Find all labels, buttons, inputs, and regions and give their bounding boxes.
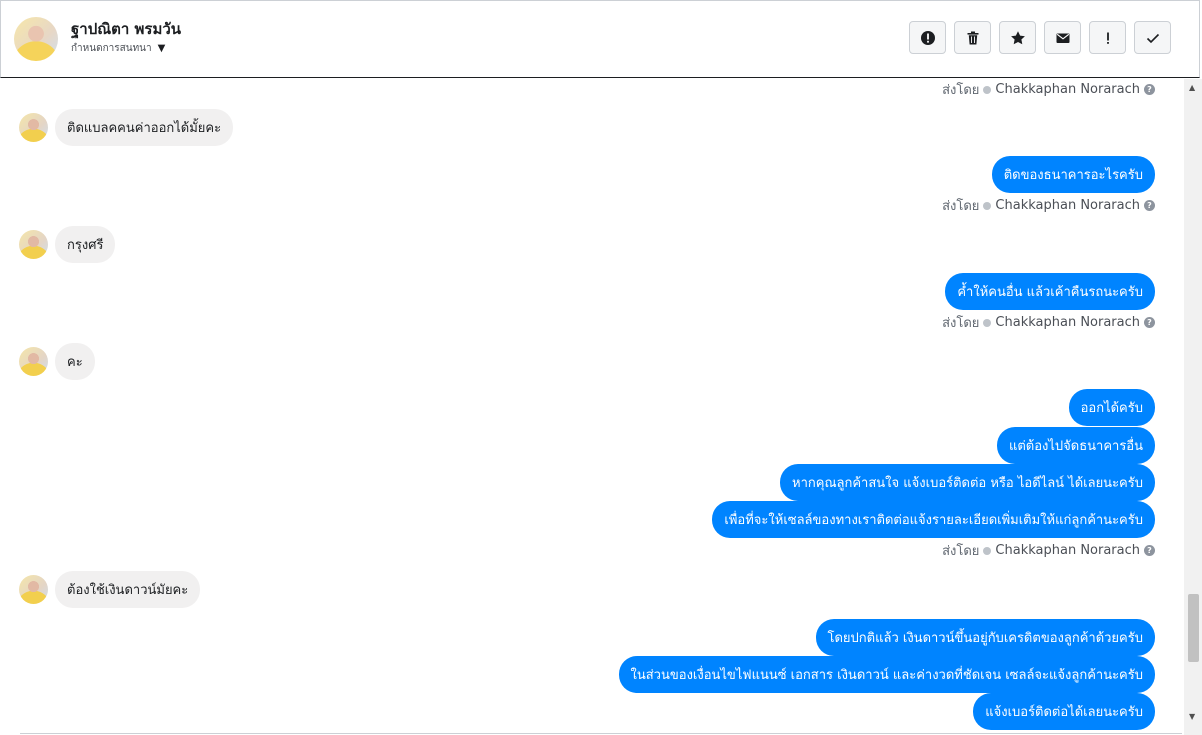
contact-avatar[interactable]: [19, 230, 48, 259]
page-dot-icon: [983, 546, 992, 555]
agent-name[interactable]: Chakkaphan Norarach: [995, 82, 1140, 97]
sent-by-label: ส่งโดย: [942, 544, 980, 559]
outgoing-message-bubble[interactable]: แจ้งเบอร์ติดต่อได้เลยนะครับ: [973, 693, 1155, 730]
sent-by-line: ส่งโดย Chakkaphan Norarach ?: [942, 79, 1155, 100]
contact-avatar[interactable]: [14, 17, 58, 61]
incoming-message-bubble[interactable]: กรุงศรี: [55, 226, 116, 263]
help-icon[interactable]: ?: [1144, 84, 1155, 95]
outgoing-message-bubble[interactable]: ออกได้ครับ: [1068, 389, 1155, 426]
page-dot-icon: [983, 201, 992, 210]
sent-by-label: ส่งโดย: [942, 199, 980, 214]
mark-unread-button[interactable]: [1044, 21, 1081, 54]
sent-by-line: ส่งโดย Chakkaphan Norarach ?: [942, 540, 1155, 561]
envelope-icon: [1056, 33, 1069, 43]
message-thread[interactable]: ส่งโดย Chakkaphan Norarach ? ติดแบลคคนค่…: [0, 79, 1182, 735]
outgoing-message-bubble[interactable]: ค้ำให้คนอื่น แล้วเค้าคืนรถนะครับ: [945, 273, 1155, 310]
schedule-label: กำหนดการสนทนา: [71, 43, 152, 54]
incoming-message-row: กรุงศรี: [19, 226, 116, 263]
help-icon[interactable]: ?: [1144, 200, 1155, 211]
schedule-conversation-dropdown[interactable]: กำหนดการสนทนา ▼: [71, 41, 165, 56]
incoming-message-row: คะ: [19, 343, 95, 380]
report-button[interactable]: [909, 21, 946, 54]
report-icon: [920, 30, 935, 45]
sent-by-label: ส่งโดย: [942, 316, 980, 331]
outgoing-message-bubble[interactable]: โดยปกติแล้ว เงินดาวน์ขึ้นอยู่กับเครดิตขอ…: [815, 619, 1155, 656]
important-button[interactable]: [1089, 21, 1126, 54]
page-dot-icon: [983, 318, 992, 327]
star-button[interactable]: [999, 21, 1036, 54]
outgoing-message-bubble[interactable]: หากคุณลูกค้าสนใจ แจ้งเบอร์ติดต่อ หรือ ไอ…: [780, 464, 1155, 501]
outgoing-message-bubble[interactable]: ติดของธนาคารอะไรครับ: [991, 156, 1155, 193]
scroll-thumb[interactable]: [1188, 594, 1199, 662]
contact-avatar[interactable]: [19, 575, 48, 604]
outgoing-message-bubble[interactable]: เพื่อที่จะให้เซลล์ของทางเราติดต่อแจ้งราย…: [712, 501, 1155, 538]
incoming-message-bubble[interactable]: ติดแบลคคนค่าออกได้มั้ยคะ: [55, 109, 234, 146]
trash-icon: [967, 31, 978, 44]
help-icon[interactable]: ?: [1144, 545, 1155, 556]
incoming-message-bubble[interactable]: คะ: [55, 343, 95, 380]
agent-name[interactable]: Chakkaphan Norarach: [995, 198, 1140, 213]
delete-button[interactable]: [954, 21, 991, 54]
check-icon: [1146, 33, 1159, 43]
incoming-message-row: ต้องใช้เงินดาวน์มัยคะ: [19, 571, 201, 608]
incoming-message-bubble[interactable]: ต้องใช้เงินดาวน์มัยคะ: [55, 571, 201, 608]
scroll-up-arrow-icon[interactable]: ▲: [1189, 83, 1195, 92]
incoming-message-row: ติดแบลคคนค่าออกได้มั้ยคะ: [19, 109, 234, 146]
star-icon: [1010, 30, 1025, 44]
conversation-header: ฐาปณิตา พรมวัน กำหนดการสนทนา ▼: [0, 0, 1200, 78]
agent-name[interactable]: Chakkaphan Norarach: [995, 315, 1140, 330]
help-icon[interactable]: ?: [1144, 317, 1155, 328]
agent-name[interactable]: Chakkaphan Norarach: [995, 543, 1140, 558]
page-dot-icon: [983, 85, 992, 94]
sent-by-label: ส่งโดย: [942, 83, 980, 98]
outgoing-message-bubble[interactable]: แต่ต้องไปจัดธนาคารอื่น: [996, 427, 1155, 464]
mark-done-button[interactable]: [1134, 21, 1171, 54]
contact-name[interactable]: ฐาปณิตา พรมวัน: [71, 17, 181, 41]
composer-divider: [20, 733, 1182, 734]
exclamation-icon: [1106, 32, 1109, 44]
thread-scrollbar[interactable]: ▲ ▼: [1184, 79, 1202, 735]
sent-by-line: ส่งโดย Chakkaphan Norarach ?: [942, 195, 1155, 216]
action-toolbar: [909, 21, 1171, 54]
contact-avatar[interactable]: [19, 113, 48, 142]
sent-by-line: ส่งโดย Chakkaphan Norarach ?: [942, 312, 1155, 333]
caret-down-icon: ▼: [157, 43, 166, 54]
scroll-down-arrow-icon[interactable]: ▼: [1189, 712, 1195, 721]
outgoing-message-bubble[interactable]: ในส่วนของเงื่อนไขไฟแนนซ์ เอกสาร เงินดาวน…: [618, 656, 1155, 693]
contact-avatar[interactable]: [19, 347, 48, 376]
